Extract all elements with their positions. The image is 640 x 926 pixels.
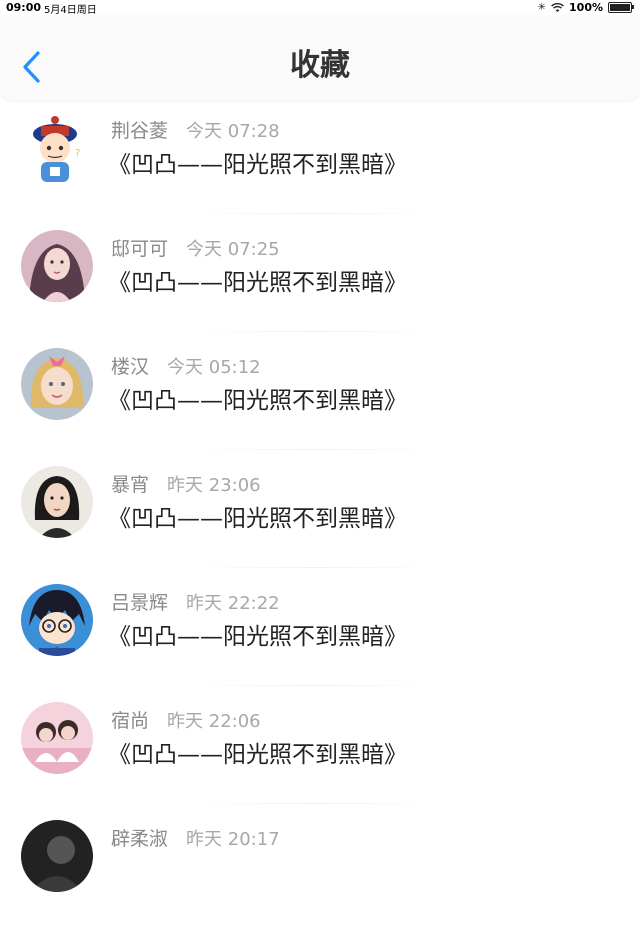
timestamp: 今天 07:25 <box>186 239 280 260</box>
sender-name: 邸可可 <box>111 238 169 260</box>
favorite-title: 《凹凸——阳光照不到黑暗》 <box>108 506 407 532</box>
avatar[interactable] <box>21 348 93 420</box>
timestamp: 昨天 23:06 <box>167 475 261 496</box>
timestamp: 昨天 22:06 <box>167 711 261 732</box>
status-indicators: ✳ 100% <box>537 1 634 14</box>
divider <box>190 803 440 804</box>
status-time: 09:00 <box>6 1 42 14</box>
sender-name: 辟柔淑 <box>111 828 169 850</box>
list-item[interactable]: ? 荆谷菱 今天 07:28 《凹凸——阳光照不到黑暗》 <box>0 100 640 218</box>
svg-text:?: ? <box>75 148 80 159</box>
timestamp: 今天 07:28 <box>186 121 280 142</box>
timestamp: 昨天 22:22 <box>186 593 280 614</box>
favorite-title: 《凹凸——阳光照不到黑暗》 <box>108 152 407 178</box>
status-date: 5月4日周日 <box>44 5 97 16</box>
battery-icon <box>608 2 634 13</box>
sender-name: 宿尚 <box>111 710 150 732</box>
list-item[interactable]: 宿尚 昨天 22:06 《凹凸——阳光照不到黑暗》 <box>0 690 640 808</box>
status-bar: 09:00 5月4日周日 ✳ 100% <box>0 0 640 16</box>
favorite-title: 《凹凸——阳光照不到黑暗》 <box>108 624 407 650</box>
loading-icon: ✳ <box>537 2 547 13</box>
sender-name: 吕景辉 <box>111 592 169 614</box>
list-item[interactable]: 辟柔淑 昨天 20:17 <box>0 808 640 926</box>
page-title: 收藏 <box>290 48 350 83</box>
sender-name: 荆谷菱 <box>111 120 169 142</box>
sender-name: 暴宵 <box>111 474 150 496</box>
navigation-bar: 收藏 <box>0 16 640 100</box>
timestamp: 昨天 20:17 <box>186 829 280 850</box>
favorite-title: 《凹凸——阳光照不到黑暗》 <box>108 388 407 414</box>
list-item[interactable]: 吕景辉 昨天 22:22 《凹凸——阳光照不到黑暗》 <box>0 572 640 690</box>
battery-percent: 100% <box>569 1 603 14</box>
list-item[interactable]: 邸可可 今天 07:25 《凹凸——阳光照不到黑暗》 <box>0 218 640 336</box>
favorites-list: ? 荆谷菱 今天 07:28 《凹凸——阳光照不到黑暗》 邸可可 今天 07:2… <box>0 100 640 926</box>
favorite-title: 《凹凸——阳光照不到黑暗》 <box>108 270 407 296</box>
avatar[interactable] <box>21 702 93 774</box>
list-item[interactable]: 楼汉 今天 05:12 《凹凸——阳光照不到黑暗》 <box>0 336 640 454</box>
avatar[interactable]: ? <box>21 112 93 184</box>
wifi-icon <box>551 2 564 12</box>
divider <box>190 567 440 568</box>
timestamp: 今天 05:12 <box>167 357 261 378</box>
divider <box>190 331 440 332</box>
list-item[interactable]: 暴宵 昨天 23:06 《凹凸——阳光照不到黑暗》 <box>0 454 640 572</box>
avatar[interactable] <box>21 584 93 656</box>
divider <box>190 213 440 214</box>
sender-name: 楼汉 <box>111 356 150 378</box>
divider <box>190 685 440 686</box>
avatar[interactable] <box>21 466 93 538</box>
favorite-title: 《凹凸——阳光照不到黑暗》 <box>108 742 407 768</box>
divider <box>190 449 440 450</box>
avatar[interactable] <box>21 820 93 892</box>
avatar[interactable] <box>21 230 93 302</box>
